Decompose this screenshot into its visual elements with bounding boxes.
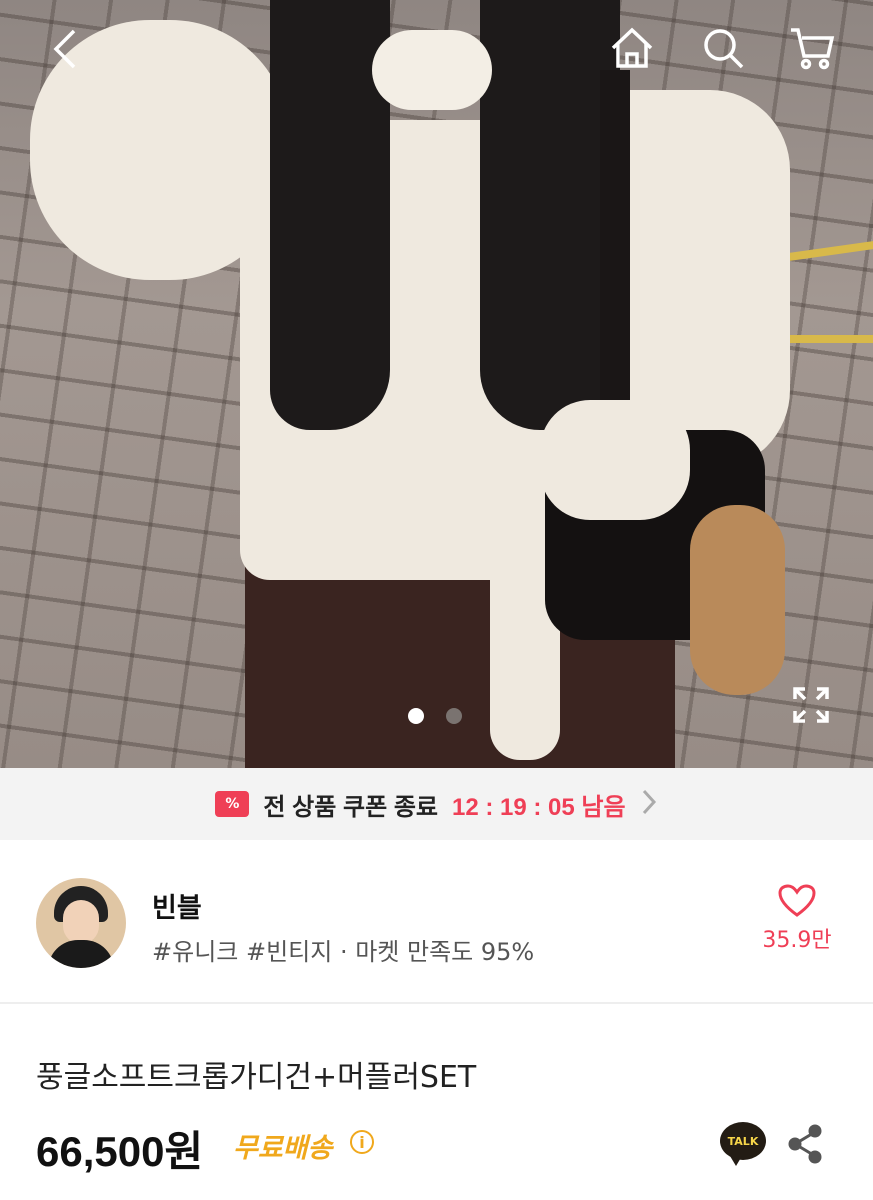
- cart-icon: [791, 28, 835, 70]
- back-button[interactable]: [40, 24, 90, 74]
- product-image[interactable]: [0, 0, 873, 768]
- model-glove: [540, 400, 690, 520]
- product-title: 풍글소프트크롭가디건+머플러SET: [36, 1060, 477, 1095]
- share-icon: [788, 1124, 822, 1164]
- home-icon: [611, 27, 653, 68]
- carousel-dot[interactable]: [446, 708, 462, 724]
- cart-button[interactable]: [786, 22, 838, 74]
- heart-icon: [778, 884, 816, 917]
- product-price: 66,500원: [36, 1128, 204, 1175]
- teddy-charm: [690, 505, 785, 695]
- shop-info[interactable]: 빈블 #유니크 #빈티지 · 마켓 만족도 95% 35.9만: [0, 840, 873, 1004]
- info-icon[interactable]: i: [350, 1130, 374, 1154]
- coupon-icon: %: [215, 791, 250, 817]
- home-button[interactable]: [606, 22, 658, 74]
- shop-tags: #유니크 #빈티지 · 마켓 만족도 95%: [152, 938, 535, 966]
- road-marking: [780, 335, 873, 343]
- like-count: 35.9만: [762, 928, 832, 953]
- shipping-badge: 무료배송: [233, 1133, 333, 1163]
- shop-name[interactable]: 빈블: [152, 886, 202, 925]
- share-button[interactable]: [786, 1124, 824, 1168]
- like-button[interactable]: 35.9만: [752, 884, 842, 954]
- carousel-dot-active[interactable]: [408, 708, 424, 724]
- coupon-banner[interactable]: % 전 상품 쿠폰 종료 12 : 19 : 05 남음: [0, 768, 873, 840]
- coupon-timer: 12 : 19 : 05 남음: [452, 793, 626, 821]
- shop-avatar[interactable]: [36, 878, 126, 968]
- expand-icon: [793, 687, 829, 723]
- model-neck-scarf: [372, 30, 492, 110]
- chevron-right-icon: [640, 788, 658, 820]
- chevron-left-icon: [53, 29, 76, 69]
- coupon-text: 전 상품 쿠폰 종료: [263, 793, 438, 821]
- model-hair: [480, 0, 620, 430]
- kakao-talk-button[interactable]: TALK: [720, 1122, 766, 1166]
- search-icon: [704, 29, 744, 69]
- expand-button[interactable]: [788, 682, 834, 728]
- carousel-indicator: [408, 708, 462, 724]
- search-button[interactable]: [697, 22, 749, 74]
